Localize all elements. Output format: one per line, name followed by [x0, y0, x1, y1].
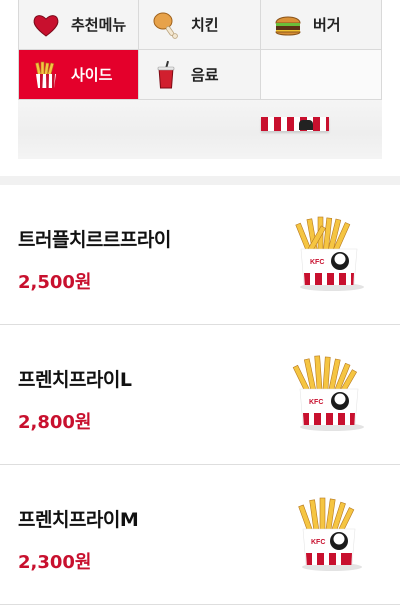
burger-icon	[273, 10, 303, 40]
product-price: 2,300원	[18, 552, 92, 573]
chicken-leg-icon	[151, 10, 181, 40]
product-name: 프렌치프라이M	[18, 509, 139, 531]
product-item[interactable]: 프렌치프라이L 2,800원 KFC	[0, 325, 400, 465]
category-recommended[interactable]: 추천메뉴	[18, 0, 139, 50]
banner-product-image	[261, 117, 329, 131]
category-empty-cell	[261, 50, 382, 100]
product-name: 프렌치프라이L	[18, 369, 132, 391]
product-item[interactable]: 프렌치프라이M 2,300원 KFC	[0, 465, 400, 605]
category-grid: 추천메뉴 치킨 버거 사이드 음료	[18, 0, 382, 100]
drink-icon	[151, 60, 181, 90]
category-label: 추천메뉴	[71, 16, 127, 34]
svg-text:KFC: KFC	[311, 539, 325, 546]
product-list: 트러플치르르프라이 2,500원 KFC 프렌치프라이L 2,800원 KFC …	[0, 185, 400, 605]
heart-icon	[31, 10, 61, 40]
promo-banner[interactable]	[18, 95, 382, 159]
svg-text:KFC: KFC	[310, 259, 324, 266]
product-price: 2,800원	[18, 412, 92, 433]
category-label: 음료	[191, 66, 219, 84]
fries-icon: KFC	[292, 355, 364, 431]
product-item[interactable]: 트러플치르르프라이 2,500원 KFC	[0, 185, 400, 325]
category-side[interactable]: 사이드	[18, 50, 139, 100]
product-price: 2,500원	[18, 272, 92, 293]
category-label: 치킨	[191, 16, 219, 34]
product-name: 트러플치르르프라이	[18, 229, 171, 251]
fries-icon	[31, 60, 61, 90]
category-label: 사이드	[71, 66, 113, 84]
fries-icon: KFC	[298, 497, 362, 571]
category-chicken[interactable]: 치킨	[139, 0, 261, 50]
category-drinks[interactable]: 음료	[139, 50, 261, 100]
section-divider	[0, 176, 400, 185]
category-label: 버거	[313, 16, 341, 34]
category-area: 추천메뉴 치킨 버거 사이드 음료	[0, 0, 400, 182]
fries-icon: KFC	[295, 216, 364, 291]
svg-text:KFC: KFC	[309, 399, 323, 406]
category-burger[interactable]: 버거	[261, 0, 382, 50]
